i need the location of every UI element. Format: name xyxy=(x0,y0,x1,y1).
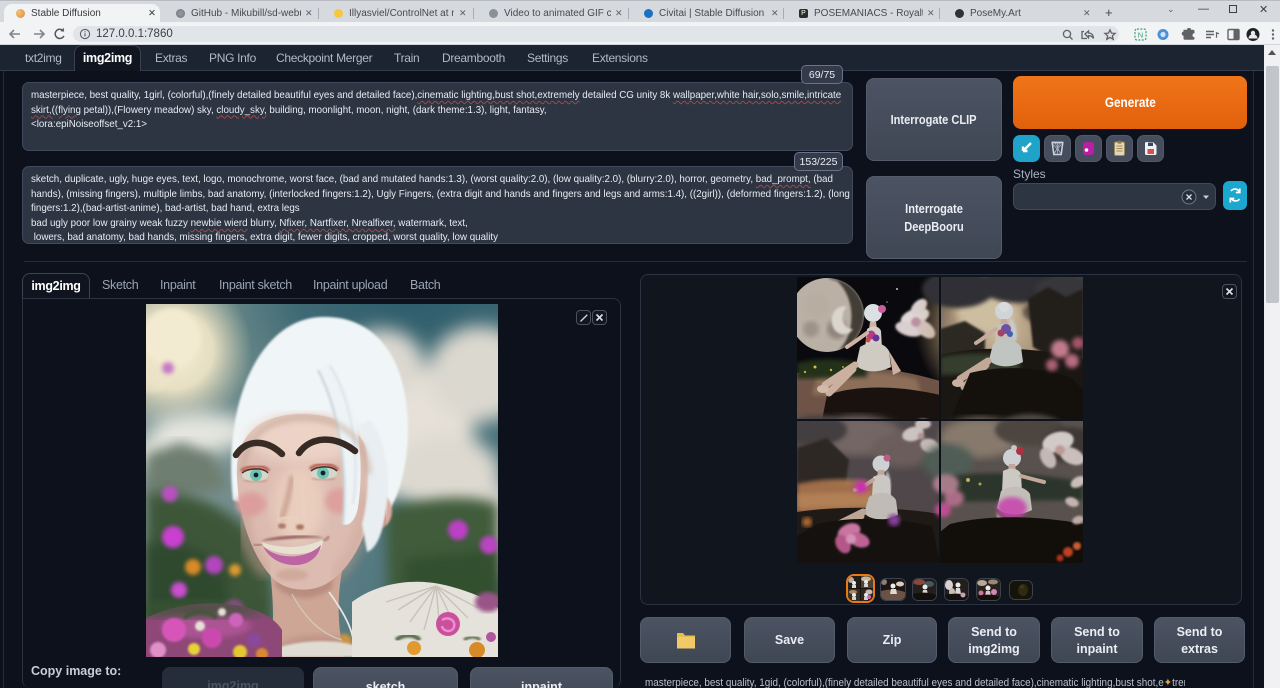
svg-text:N: N xyxy=(1138,30,1143,39)
